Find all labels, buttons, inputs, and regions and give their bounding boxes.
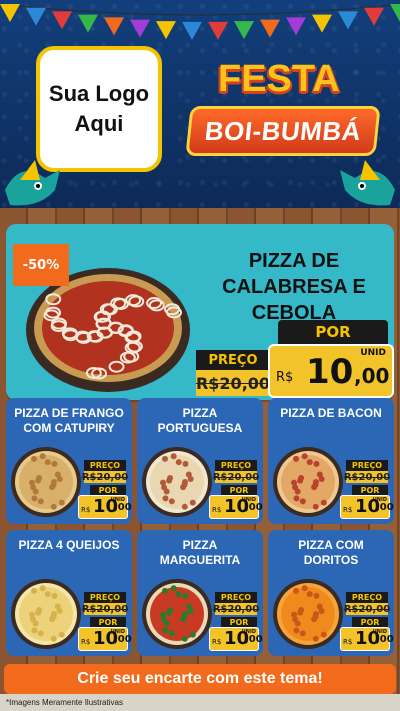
boi-right-icon <box>340 160 395 206</box>
product-title: PIZZA DE BACON <box>280 406 382 420</box>
product-card[interactable]: PIZZA MARGUERITA PREÇO R$20,00 POR R$ 10… <box>137 530 263 656</box>
product-area: -50% PIZZA DE CALABRESA E CEBOLA PREÇO R… <box>0 208 400 711</box>
new-price: R$ 10 ,00 UNID <box>209 627 263 651</box>
preco-label: PREÇO <box>346 460 388 471</box>
pizza-image <box>142 579 212 649</box>
price-decimal: ,00 <box>376 634 394 645</box>
unit-label: UNID <box>110 629 125 635</box>
pizza-image <box>142 447 212 517</box>
discount-badge: -50% <box>13 244 69 286</box>
por-label: POR <box>352 485 388 495</box>
product-card[interactable]: PIZZA PORTUGUESA PREÇO R$20,00 POR R$ 10… <box>137 398 263 524</box>
pizza-image <box>11 447 81 517</box>
product-title: PIZZA DE FRANGO COM CATUPIRY <box>14 406 124 435</box>
price-decimal: ,00 <box>245 502 263 513</box>
por-label: POR <box>90 485 126 495</box>
unit-label: UNID <box>372 629 387 635</box>
currency-symbol: R$ <box>343 638 353 646</box>
price-integer: 10 <box>306 352 354 392</box>
product-title: PIZZA COM DORITOS <box>298 538 364 567</box>
new-price: R$ 10 ,00 UNID <box>78 495 132 519</box>
unit-label: UNID <box>110 497 125 503</box>
featured-product-title: PIZZA DE CALABRESA E CEBOLA <box>222 250 366 324</box>
product-title: PIZZA MARGUERITA <box>159 538 241 567</box>
boi-bumba-banner: BOI-BUMBÁ <box>185 106 381 156</box>
product-card[interactable]: PIZZA DE FRANGO COM CATUPIRY PREÇO R$20,… <box>6 398 132 524</box>
old-price: R$20,00 <box>212 471 260 483</box>
unit-label: UNID <box>360 348 386 358</box>
illustrative-images-note: *Imagens Meramente Ilustrativas <box>6 698 123 707</box>
new-price: R$ 10 ,00 UNID <box>340 627 394 651</box>
logo-text: Sua Logo Aqui <box>48 81 150 136</box>
pizza-image <box>273 579 343 649</box>
price-decimal: ,00 <box>114 634 132 645</box>
product-card[interactable]: PIZZA 4 QUEIJOS PREÇO R$20,00 POR R$ 10 … <box>6 530 132 656</box>
por-label: POR <box>352 617 388 627</box>
currency-symbol: R$ <box>81 638 91 646</box>
preco-label: PREÇO <box>84 592 126 603</box>
por-label: POR <box>221 617 257 627</box>
currency-symbol: R$ <box>212 638 222 646</box>
currency-symbol: R$ <box>276 370 294 385</box>
currency-symbol: R$ <box>212 506 222 514</box>
price-decimal: ,00 <box>354 364 390 388</box>
header-banner: Sua Logo Aqui FESTA BOI-BUMBÁ <box>0 0 400 208</box>
bunting-flags-decoration <box>0 3 400 40</box>
featured-new-price: R$ 10 ,00 UNID <box>268 344 394 398</box>
new-price: R$ 10 ,00 UNID <box>209 495 263 519</box>
product-title: PIZZA 4 QUEIJOS <box>18 538 120 552</box>
featured-por-label: POR <box>278 320 388 344</box>
preco-label: PREÇO <box>346 592 388 603</box>
product-title: PIZZA PORTUGUESA <box>157 406 243 435</box>
featured-preco-label: PREÇO <box>196 350 270 370</box>
unit-label: UNID <box>241 497 256 503</box>
product-card[interactable]: PIZZA COM DORITOS PREÇO R$20,00 POR R$ 1… <box>268 530 394 656</box>
create-flyer-cta-button[interactable]: Crie seu encarte com este tema! <box>4 664 396 694</box>
old-price: R$20,00 <box>343 603 391 615</box>
festa-word: FESTA <box>218 58 340 100</box>
old-price: R$20,00 <box>343 471 391 483</box>
currency-symbol: R$ <box>343 506 353 514</box>
boi-bumba-text: BOI-BUMBÁ <box>203 115 363 146</box>
featured-old-price: R$20,00 <box>196 370 270 396</box>
unit-label: UNID <box>372 497 387 503</box>
por-label: POR <box>221 485 257 495</box>
preco-label: PREÇO <box>215 592 257 603</box>
currency-symbol: R$ <box>81 506 91 514</box>
preco-label: PREÇO <box>84 460 126 471</box>
old-price: R$20,00 <box>81 603 129 615</box>
por-label: POR <box>90 617 126 627</box>
old-price: R$20,00 <box>81 471 129 483</box>
flyer-page: Sua Logo Aqui FESTA BOI-BUMBÁ -50% PIZZA… <box>0 0 400 711</box>
new-price: R$ 10 ,00 UNID <box>78 627 132 651</box>
featured-product-card[interactable]: -50% PIZZA DE CALABRESA E CEBOLA PREÇO R… <box>6 224 394 400</box>
product-card[interactable]: PIZZA DE BACON PREÇO R$20,00 POR R$ 10 ,… <box>268 398 394 524</box>
boi-left-icon <box>5 160 60 206</box>
new-price: R$ 10 ,00 UNID <box>340 495 394 519</box>
pizza-image <box>11 579 81 649</box>
pizza-image <box>273 447 343 517</box>
old-price: R$20,00 <box>212 603 260 615</box>
price-decimal: ,00 <box>245 634 263 645</box>
price-decimal: ,00 <box>376 502 394 513</box>
price-decimal: ,00 <box>114 502 132 513</box>
preco-label: PREÇO <box>215 460 257 471</box>
unit-label: UNID <box>241 629 256 635</box>
